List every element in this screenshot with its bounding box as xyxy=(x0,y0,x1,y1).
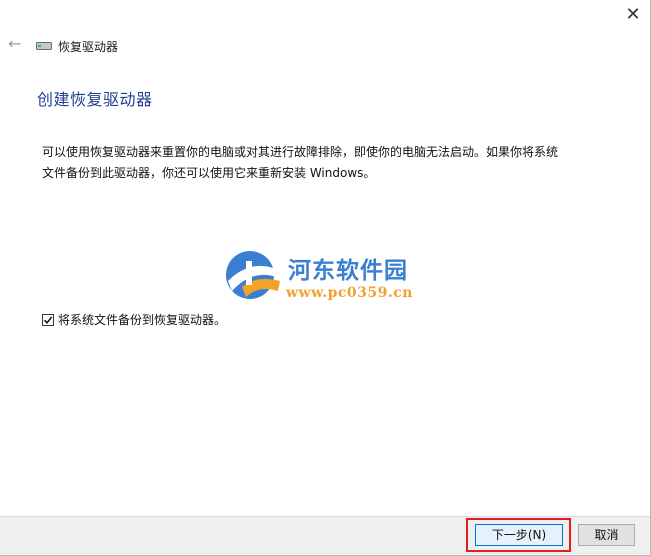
watermark-name: 河东软件园 xyxy=(288,257,408,284)
watermark: 河东软件园 www.pc0359.cn xyxy=(222,247,432,305)
description-text: 可以使用恢复驱动器来重置你的电脑或对其进行故障排除，即使你的电脑无法启动。如果你… xyxy=(42,145,559,180)
recovery-drive-window: ✕ ← 恢复驱动器 创建恢复驱动器 可以使用恢复驱动器来重置你的电脑或对其进行故… xyxy=(0,0,651,556)
next-button[interactable]: 下一步(N) xyxy=(475,524,563,546)
watermark-logo-icon xyxy=(226,251,280,299)
window-title-bar: 恢复驱动器 xyxy=(36,38,118,54)
watermark-url: www.pc0359.cn xyxy=(286,285,413,301)
page-title: 创建恢复驱动器 xyxy=(37,90,153,109)
close-button[interactable]: ✕ xyxy=(622,4,644,26)
back-button[interactable]: ← xyxy=(8,36,24,52)
backup-system-files-checkbox[interactable] xyxy=(42,313,54,326)
backup-system-files-label: 将系统文件备份到恢复驱动器。 xyxy=(58,313,227,327)
window-title: 恢复驱动器 xyxy=(58,39,119,54)
close-icon: ✕ xyxy=(625,4,641,25)
cancel-button[interactable]: 取消 xyxy=(578,524,635,546)
drive-icon xyxy=(36,41,52,51)
back-arrow-icon: ← xyxy=(8,34,22,53)
backup-system-files-option[interactable]: 将系统文件备份到恢复驱动器。 xyxy=(42,311,226,328)
checkmark-icon xyxy=(43,316,53,324)
